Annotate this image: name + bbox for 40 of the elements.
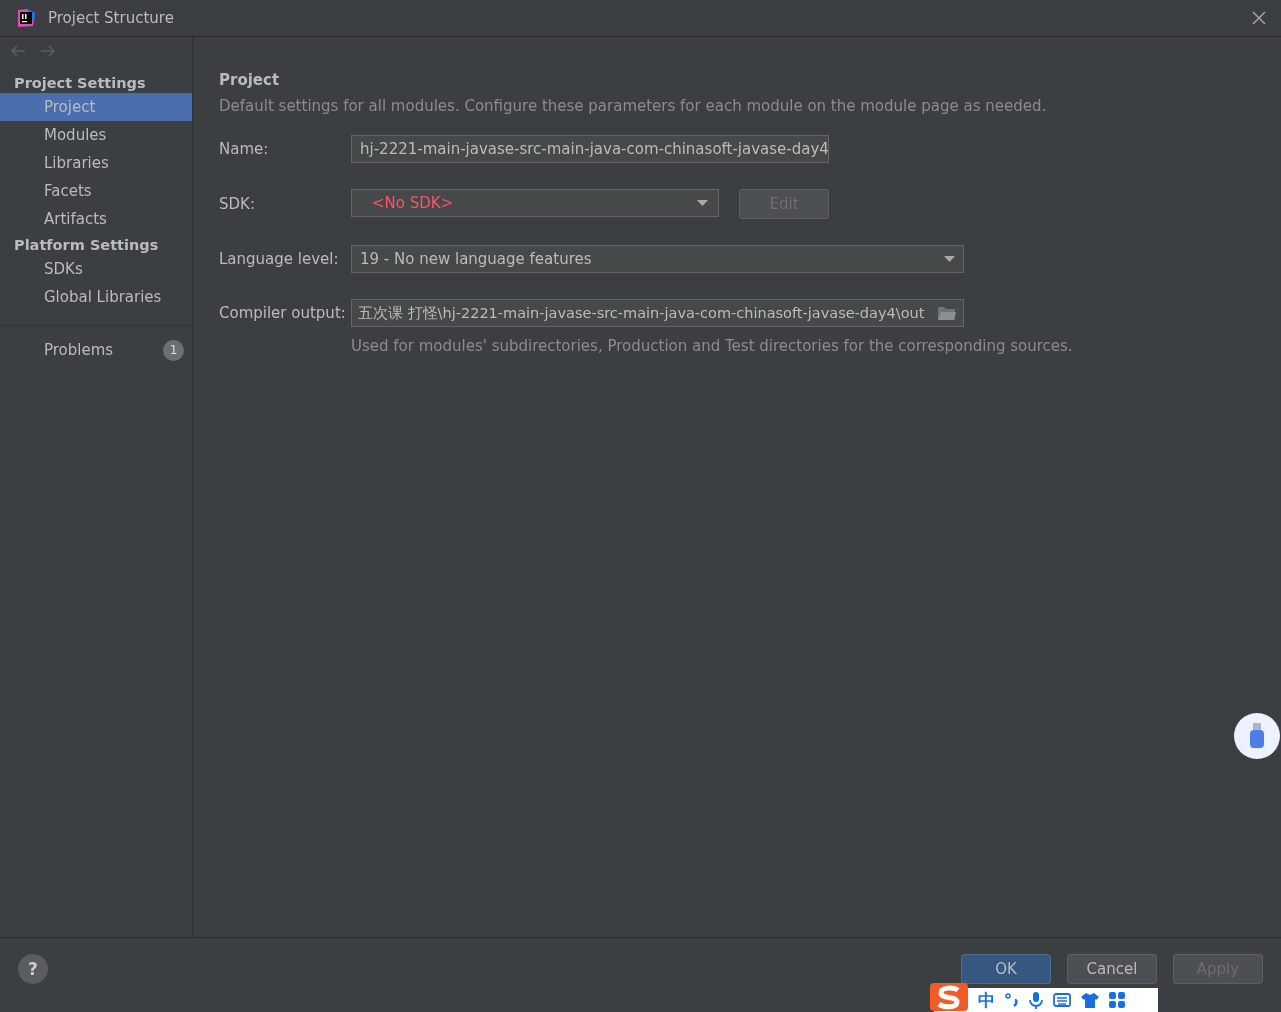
dropdown-caret-icon[interactable] — [944, 256, 955, 262]
section-heading: Platform Settings — [13, 236, 160, 255]
sdk-dropdown[interactable]: <No SDK> — [351, 189, 719, 217]
keyboard-icon[interactable] — [1053, 993, 1071, 1007]
input-mode-toggle[interactable]: 中 — [978, 988, 995, 1012]
section-title: Project — [219, 71, 281, 89]
punctuation-icon[interactable] — [1005, 992, 1019, 1008]
field-label: Compiler output: — [219, 304, 347, 322]
field-label: Language level: — [219, 250, 340, 268]
window-title: Project Structure — [48, 9, 175, 27]
usb-drive-widget[interactable] — [1234, 713, 1280, 759]
sidebar-item[interactable]: Project — [0, 93, 192, 121]
apps-grid-icon[interactable] — [1109, 992, 1125, 1008]
hint-text: Used for modules' subdirectories, Production and Test directories for the corresponding sources. — [351, 337, 1074, 355]
language-level-dropdown[interactable]: 19 - No new language features — [351, 245, 964, 273]
sidebar-item[interactable]: SDKs — [0, 255, 192, 283]
dialog-button[interactable]: Cancel — [1067, 954, 1157, 984]
close-icon[interactable] — [1252, 11, 1266, 25]
ok-button[interactable]: OK — [961, 954, 1051, 984]
problems-label: Problems — [44, 341, 115, 359]
sidebar-item[interactable]: Modules — [0, 121, 192, 149]
sidebar-item[interactable]: Artifacts — [0, 205, 192, 233]
folder-icon[interactable] — [937, 305, 957, 321]
sidebar-item[interactable]: Libraries — [0, 149, 192, 177]
sidebar-item[interactable]: Problems 1 — [0, 336, 192, 364]
microphone-icon[interactable] — [1029, 991, 1043, 1009]
dropdown-caret-icon[interactable] — [697, 200, 708, 206]
name-input[interactable]: hj-2221-main-javase-src-main-java-com-chinasoft-javase-day4 — [351, 135, 829, 163]
app-logo-icon — [16, 8, 36, 28]
help-button[interactable]: ? — [18, 954, 48, 984]
shirt-icon[interactable] — [1081, 992, 1099, 1008]
field-label: Name: — [219, 140, 270, 158]
count-badge: 1 — [163, 339, 184, 361]
ime-logo-icon[interactable] — [930, 983, 968, 1011]
field-label: SDK: — [219, 195, 256, 213]
sidebar-item[interactable]: Global Libraries — [0, 283, 192, 311]
path-input[interactable]: 五次课 打怪\hj-2221-main-javase-src-main-java-com-chinasoft-javase-day4\out — [351, 299, 964, 327]
sidebar-item[interactable]: Facets — [0, 177, 192, 205]
section-heading: Project Settings — [13, 74, 147, 93]
description-text: Default settings for all modules. Configure these parameters for each module on the module page as needed. — [219, 97, 1048, 115]
